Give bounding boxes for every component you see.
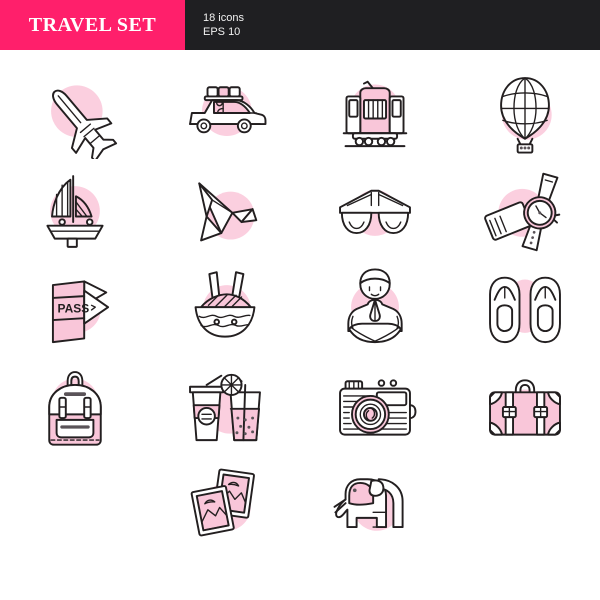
noodle-bowl-icon (194, 271, 256, 338)
icon-cell-passport[interactable]: PASS (0, 260, 150, 358)
header-meta-block: 18 icons EPS 10 (185, 0, 600, 50)
backpack-icon (48, 371, 102, 446)
header-bar: TRAVEL SET 18 icons EPS 10 (0, 0, 600, 50)
icon-cell-suitcase[interactable] (450, 358, 600, 456)
page-title: TRAVEL SET (28, 13, 157, 36)
icon-row (0, 456, 600, 554)
icon-cell-paper-crane[interactable] (150, 162, 300, 260)
icon-cell-watch[interactable] (450, 162, 600, 260)
icon-row (0, 162, 600, 260)
sailboat-icon (46, 175, 104, 248)
icon-cell-photos[interactable] (150, 456, 300, 554)
passport-icon: PASS (51, 280, 110, 344)
icon-cell-camera[interactable] (300, 358, 450, 456)
icon-row (0, 64, 600, 162)
yoga-meditation-icon (347, 268, 403, 344)
suitcase-icon (489, 379, 561, 436)
icon-row: PASS (0, 260, 600, 358)
icon-cell-drinks[interactable] (150, 358, 300, 456)
icon-cell-balloon[interactable] (450, 64, 600, 162)
drinks-icon (189, 373, 261, 442)
passport-text: PASS (58, 302, 90, 316)
icon-cell-airplane[interactable] (0, 64, 150, 162)
camera-icon (339, 379, 417, 436)
hot-air-balloon-icon (500, 77, 552, 154)
airplane-icon (51, 85, 118, 159)
elephant-icon (333, 478, 404, 531)
photographs-icon (190, 468, 255, 537)
tram-icon (342, 80, 408, 148)
icon-grid: PASS (0, 50, 600, 554)
paper-crane-icon (198, 182, 258, 242)
format-label: EPS 10 (203, 26, 241, 38)
icon-cell-flipflops[interactable] (450, 260, 600, 358)
icon-cell-tram[interactable] (300, 64, 450, 162)
icon-cell-backpack[interactable] (0, 358, 150, 456)
taxi-car-icon (189, 86, 267, 136)
wristwatch-icon (484, 172, 561, 252)
icon-cell-noodles[interactable] (150, 260, 300, 358)
icon-row (0, 358, 600, 456)
brand-block: TRAVEL SET (0, 0, 185, 50)
sunglasses-icon (339, 189, 411, 236)
icon-cell-sunglasses[interactable] (300, 162, 450, 260)
icon-cell-sailboat[interactable] (0, 162, 150, 260)
travel-icon-set-page: TRAVEL SET 18 icons EPS 10 PASS (0, 0, 600, 600)
icon-cell-taxi[interactable] (150, 64, 300, 162)
icon-cell-yoga[interactable] (300, 260, 450, 358)
icon-cell-elephant[interactable] (300, 456, 450, 554)
flip-flops-icon (489, 276, 561, 344)
icon-count-label: 18 icons (203, 12, 244, 24)
